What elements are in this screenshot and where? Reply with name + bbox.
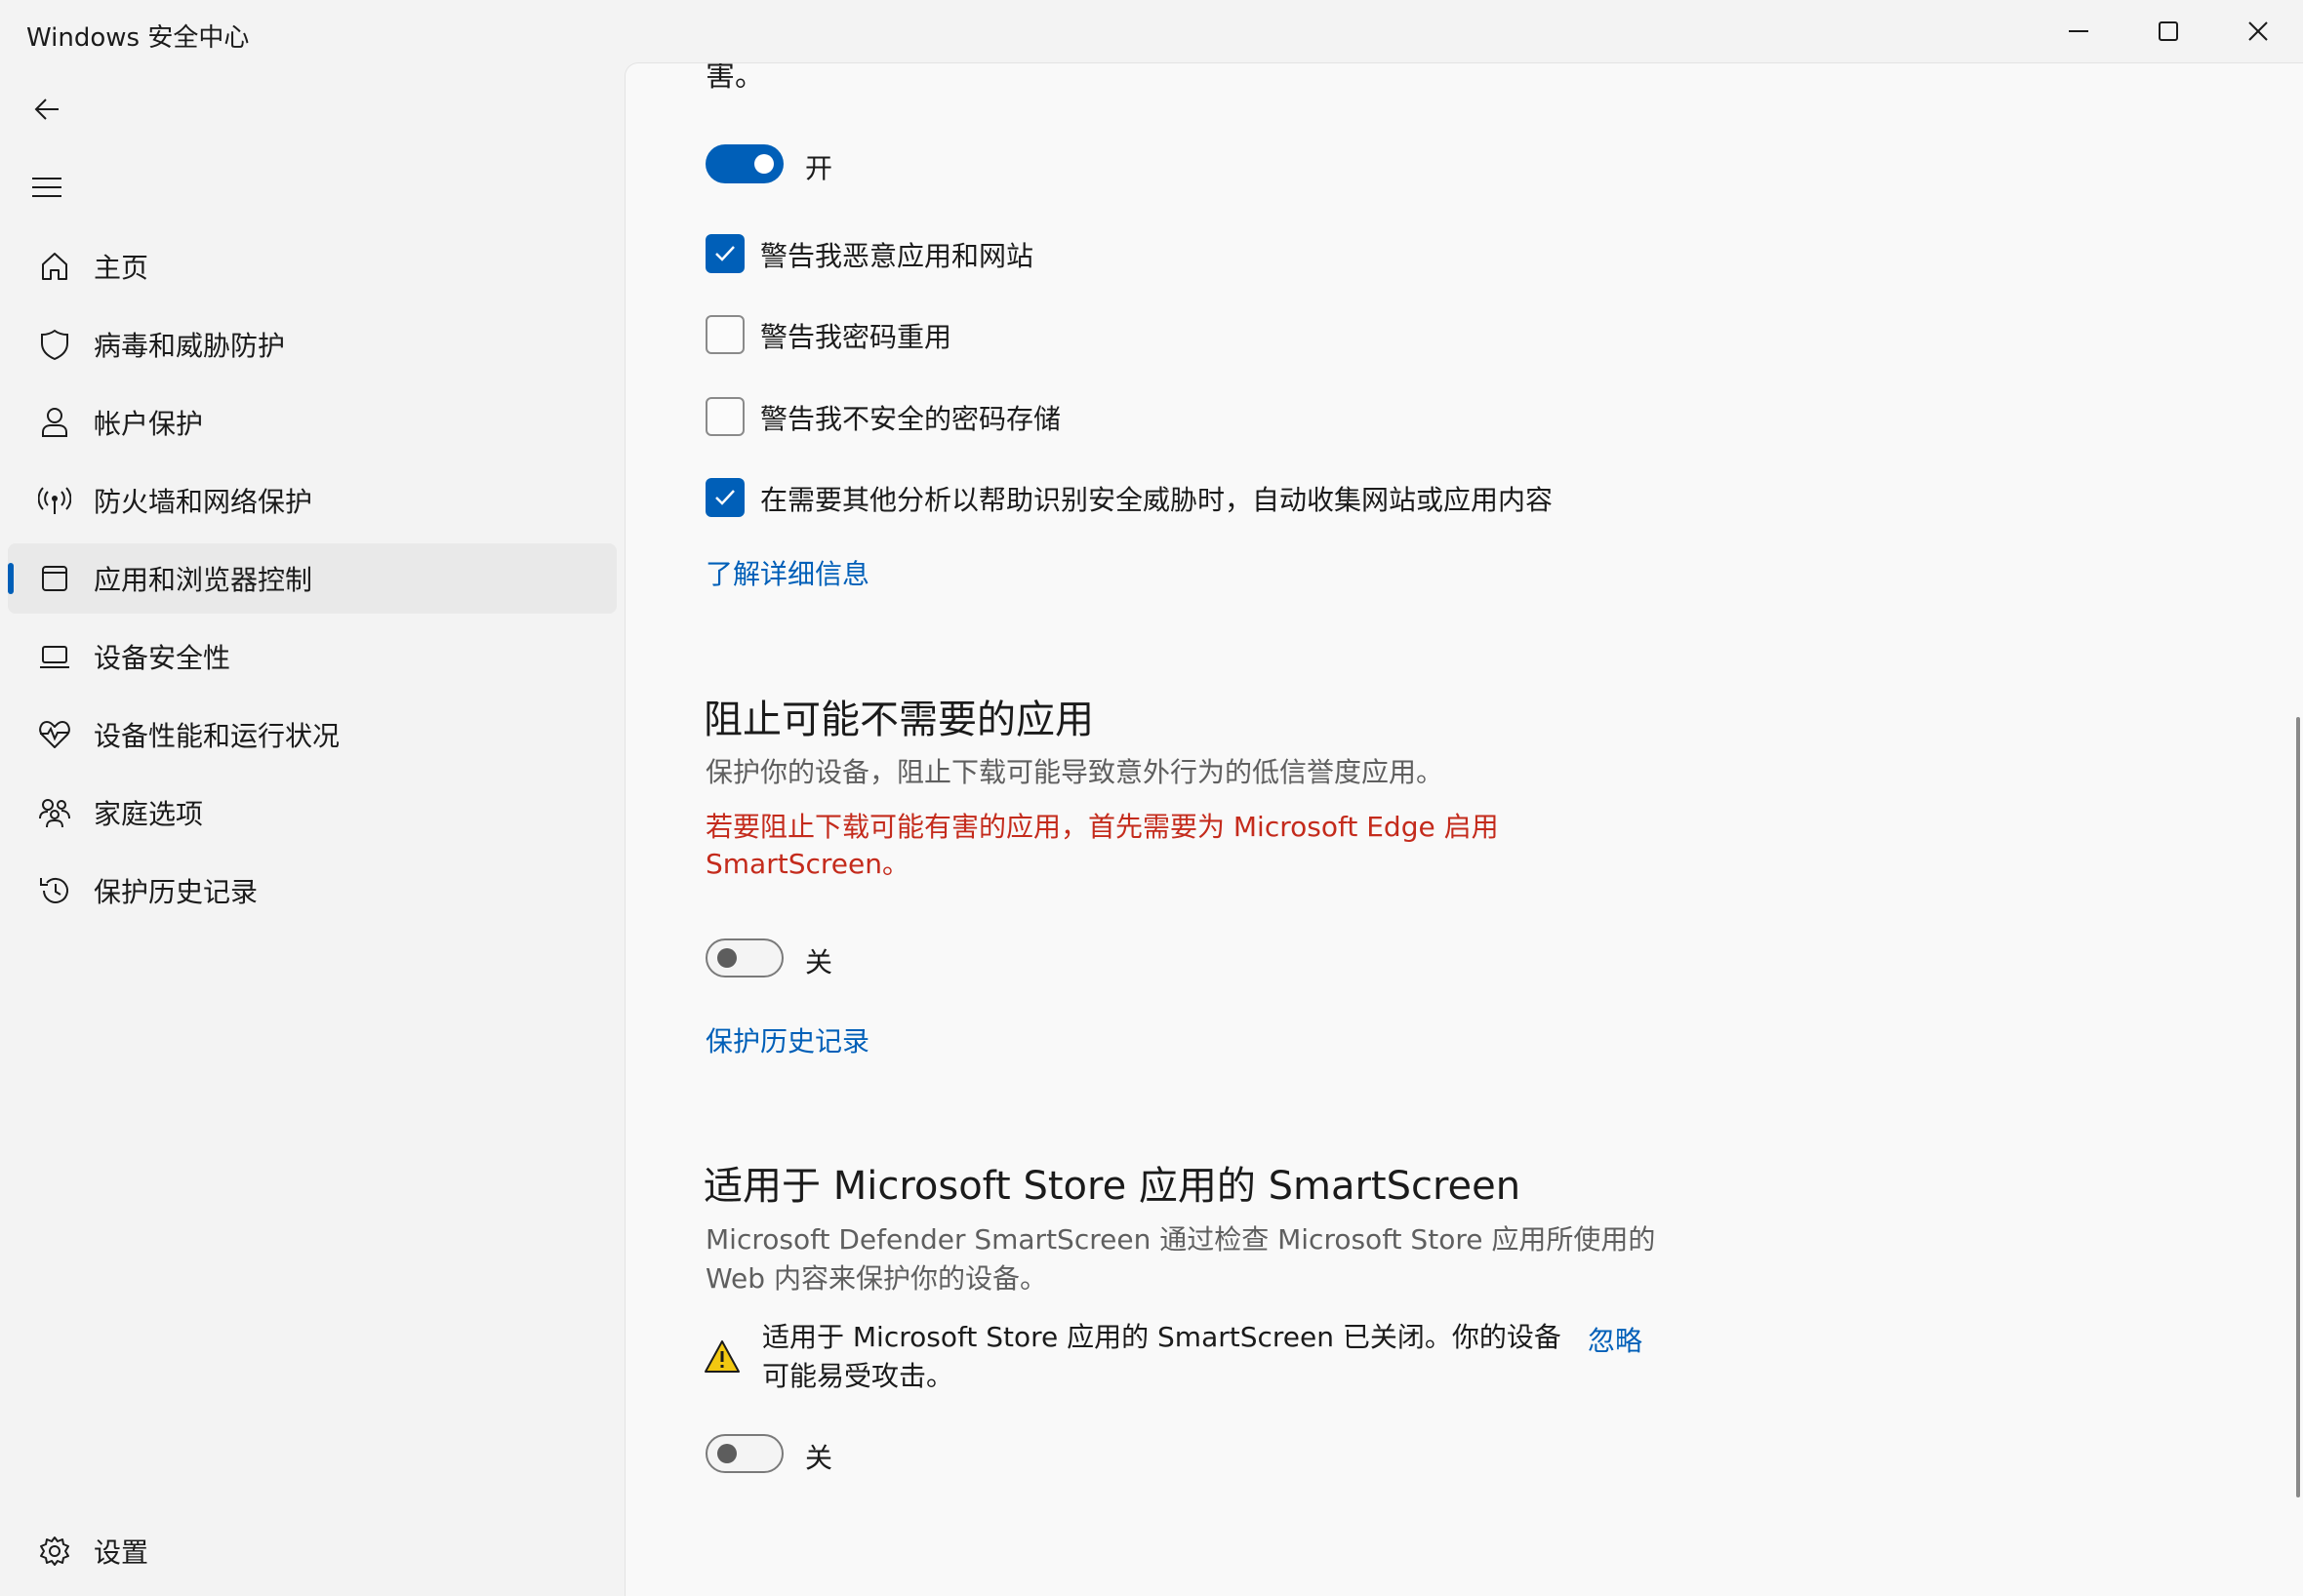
auto-collect-checkbox[interactable]	[706, 478, 745, 517]
sidebar-item-firewall[interactable]: 防火墙和网络保护	[8, 465, 617, 536]
back-button[interactable]	[23, 86, 70, 133]
warn-unsafe-password-storage-checkbox[interactable]	[706, 397, 745, 436]
checkbox-label: 警告我恶意应用和网站	[760, 240, 1034, 272]
minimize-button[interactable]	[2034, 0, 2123, 62]
close-button[interactable]	[2213, 0, 2303, 62]
toggle-state-label: 关	[805, 1442, 833, 1474]
pua-toggle[interactable]	[706, 938, 784, 978]
toggle-knob	[754, 154, 774, 174]
warn-password-reuse-checkbox[interactable]	[706, 315, 745, 354]
checkbox-label: 警告我不安全的密码存储	[760, 403, 1062, 435]
store-warning-text: 适用于 Microsoft Store 应用的 SmartScreen 已关闭。…	[762, 1321, 1561, 1392]
minimize-icon	[2069, 30, 2088, 32]
store-description: Microsoft Defender SmartScreen 通过检查 Micr…	[706, 1223, 1656, 1295]
pua-error-message: 若要阻止下载可能有害的应用，首先需要为 Microsoft Edge 启用 Sm…	[706, 811, 1499, 880]
sidebar-item-label: 设备性能和运行状况	[94, 720, 341, 752]
sidebar-item-device-performance[interactable]: 设备性能和运行状况	[8, 699, 617, 770]
settings-label: 设置	[94, 1536, 149, 1569]
sidebar-item-family-options[interactable]: 家庭选项	[8, 778, 617, 848]
selection-indicator	[8, 563, 14, 594]
store-section-title: 适用于 Microsoft Store 应用的 SmartScreen	[704, 1164, 1521, 1209]
protection-history-link[interactable]: 保护历史记录	[706, 1020, 869, 1059]
learn-more-link[interactable]: 了解详细信息	[706, 553, 869, 592]
sidebar-item-settings[interactable]: 设置	[8, 1516, 617, 1586]
history-icon	[29, 865, 80, 916]
warn-malicious-checkbox[interactable]	[706, 234, 745, 273]
back-arrow-icon	[34, 99, 59, 120]
maximize-icon	[2159, 21, 2178, 41]
toggle-state-label: 开	[805, 152, 833, 184]
toggle-knob	[717, 948, 737, 968]
hamburger-icon	[32, 178, 61, 197]
sidebar-item-label: 主页	[94, 252, 149, 284]
phishing-protection-toggle[interactable]	[706, 144, 784, 183]
shield-icon	[29, 319, 80, 370]
checkmark-icon	[715, 246, 735, 261]
sidebar-item-label: 家庭选项	[94, 798, 204, 830]
sidebar-item-protection-history[interactable]: 保护历史记录	[8, 856, 617, 926]
sidebar-item-virus-protection[interactable]: 病毒和威胁防护	[8, 309, 617, 379]
checkbox-label: 在需要其他分析以帮助识别安全威胁时，自动收集网站或应用内容	[760, 484, 1554, 516]
dismiss-link[interactable]: 忽略	[1588, 1320, 1642, 1359]
family-icon	[29, 787, 80, 838]
toggle-knob	[717, 1444, 737, 1463]
sidebar-item-label: 保护历史记录	[94, 876, 259, 908]
laptop-icon	[29, 631, 80, 682]
warning-icon	[705, 1340, 740, 1373]
sidebar-item-app-browser-control[interactable]: 应用和浏览器控制	[8, 543, 617, 614]
sidebar-item-home[interactable]: 主页	[8, 231, 617, 301]
checkmark-icon	[715, 490, 735, 505]
gear-icon	[29, 1526, 80, 1576]
person-icon	[29, 397, 80, 448]
window-title: Windows 安全中心	[26, 23, 250, 53]
sidebar-item-label: 应用和浏览器控制	[94, 564, 313, 596]
checkbox-label: 警告我密码重用	[760, 321, 952, 353]
store-smartscreen-toggle[interactable]	[706, 1434, 784, 1473]
clipped-description: 害。	[706, 62, 764, 94]
menu-button[interactable]	[23, 164, 70, 211]
vertical-scrollbar[interactable]	[2296, 717, 2300, 1497]
sidebar-item-label: 帐户保护	[94, 408, 204, 440]
home-icon	[29, 241, 80, 292]
content-pane: 害。 开 警告我恶意应用和网站 警告我密码重用 警告我不安全的密码存储 在需要其…	[625, 62, 2303, 1596]
maximize-button[interactable]	[2123, 0, 2213, 62]
sidebar-item-label: 防火墙和网络保护	[94, 486, 313, 518]
sidebar-item-device-security[interactable]: 设备安全性	[8, 621, 617, 692]
pua-section-title: 阻止可能不需要的应用	[704, 698, 1094, 742]
app-window-icon	[29, 553, 80, 604]
sidebar-item-account-protection[interactable]: 帐户保护	[8, 387, 617, 458]
sidebar-item-label: 病毒和威胁防护	[94, 330, 286, 362]
heart-pulse-icon	[29, 709, 80, 760]
wireless-icon	[29, 475, 80, 526]
pua-description: 保护你的设备，阻止下载可能导致意外行为的低信誉度应用。	[706, 756, 1444, 788]
toggle-state-label: 关	[805, 946, 833, 978]
sidebar-item-label: 设备安全性	[94, 642, 231, 674]
close-icon	[2248, 21, 2268, 41]
